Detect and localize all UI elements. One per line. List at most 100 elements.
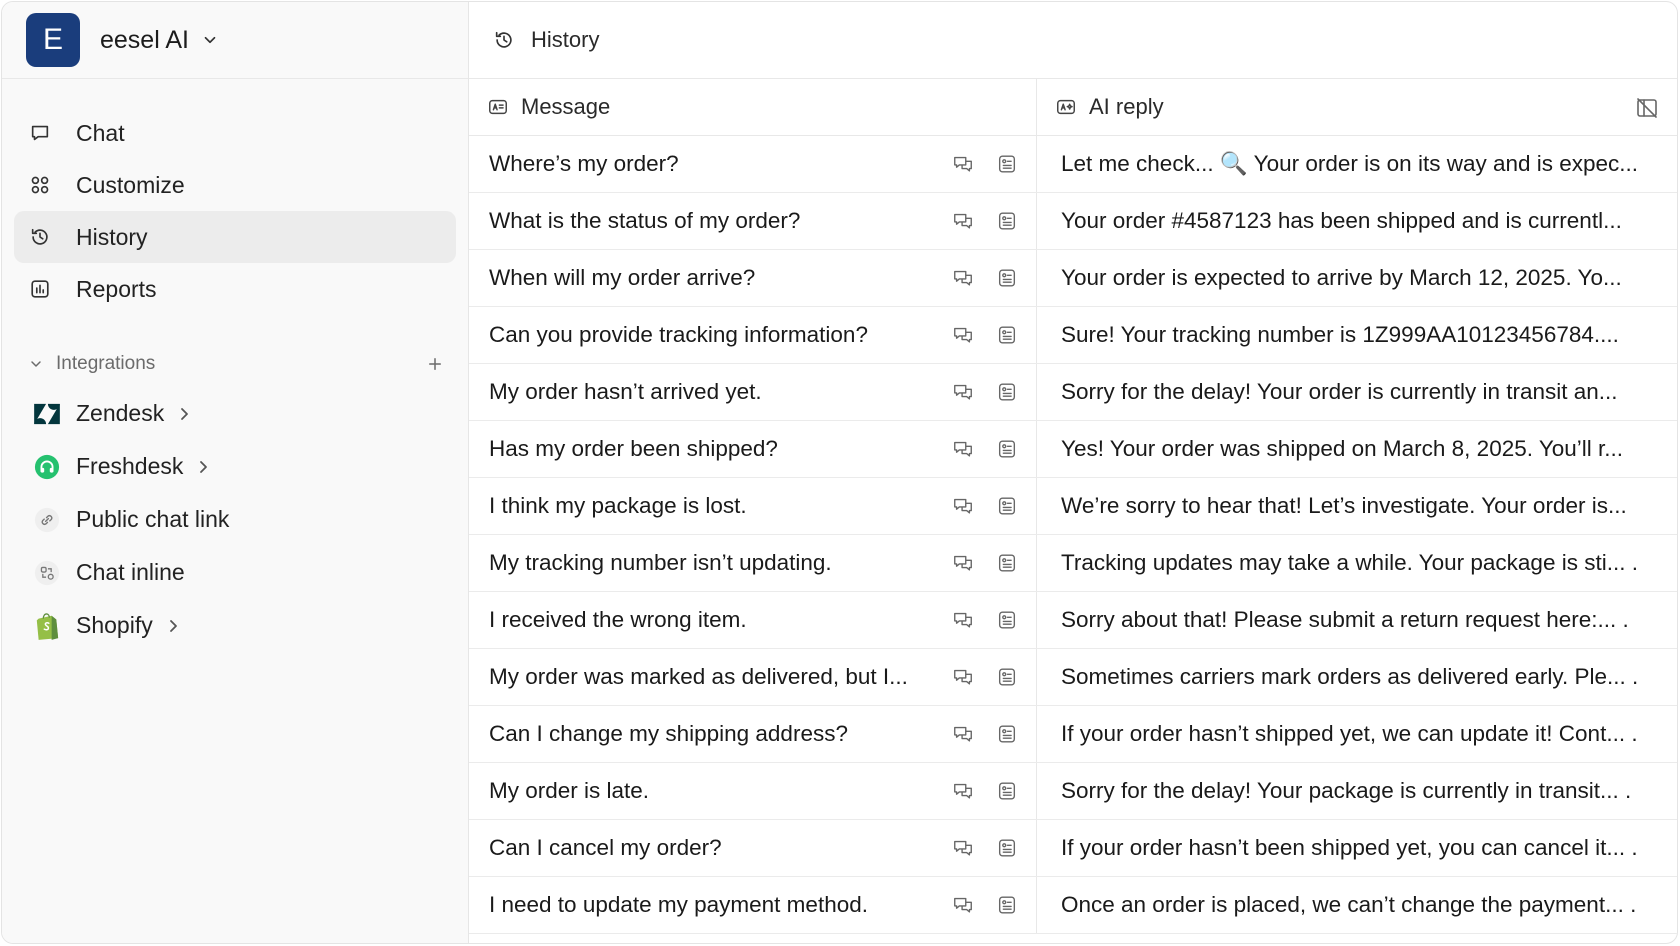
ai-reply-text: Your order #4587123 has been shipped and… — [1061, 208, 1622, 233]
integration-label: Zendesk — [76, 400, 165, 426]
view-conversation-icon[interactable] — [950, 379, 976, 405]
view-details-icon[interactable] — [994, 778, 1020, 804]
table-header: Message AI reply — [469, 79, 1677, 136]
column-header-message[interactable]: Message — [469, 79, 1037, 135]
view-conversation-icon[interactable] — [950, 493, 976, 519]
view-conversation-icon[interactable] — [950, 265, 976, 291]
view-details-icon[interactable] — [994, 664, 1020, 690]
sidebar: E eesel AI Chat Customize History Report… — [2, 2, 469, 943]
ai-reply-text: Let me check... 🔍 Your order is on its w… — [1061, 151, 1639, 176]
view-conversation-icon[interactable] — [950, 151, 976, 177]
table-row[interactable]: My order is late. Sorry for the delay! Y… — [469, 763, 1677, 820]
zendesk-logo — [32, 399, 62, 429]
view-details-icon[interactable] — [994, 436, 1020, 462]
integration-freshdesk[interactable]: Freshdesk — [32, 440, 468, 493]
ai-reply-cell: Your order is expected to arrive by Marc… — [1037, 250, 1677, 306]
chat-inline-icon — [32, 558, 62, 588]
app-window: E eesel AI Chat Customize History Report… — [1, 1, 1678, 944]
integration-shopify[interactable]: Shopify — [32, 599, 468, 652]
table-row[interactable]: I need to update my payment method. Once… — [469, 877, 1677, 934]
view-details-icon[interactable] — [994, 892, 1020, 918]
nav-item-history[interactable]: History — [14, 211, 456, 263]
table-row[interactable]: I received the wrong item. Sorry about t… — [469, 592, 1677, 649]
integration-zendesk[interactable]: Zendesk — [32, 387, 468, 440]
view-conversation-icon[interactable] — [950, 721, 976, 747]
hide-column-icon[interactable] — [1635, 96, 1659, 120]
table-row[interactable]: Has my order been shipped? Yes! Your ord… — [469, 421, 1677, 478]
nav-item-customize[interactable]: Customize — [14, 159, 456, 211]
nav-item-chat[interactable]: Chat — [14, 107, 456, 159]
integration-label: Public chat link — [76, 506, 230, 532]
view-conversation-icon[interactable] — [950, 892, 976, 918]
view-details-icon[interactable] — [994, 322, 1020, 348]
table-row[interactable]: Can I change my shipping address? If you… — [469, 706, 1677, 763]
integration-public-chat-link[interactable]: Public chat link — [32, 493, 468, 546]
column-header-ai-reply[interactable]: AI reply — [1037, 79, 1677, 135]
integrations-toggle[interactable]: Integrations — [28, 353, 155, 375]
ai-reply-cell: Once an order is placed, we can’t change… — [1037, 877, 1677, 933]
view-conversation-icon[interactable] — [950, 778, 976, 804]
workspace-logo: E — [26, 13, 80, 67]
integration-chat-inline[interactable]: Chat inline — [32, 546, 468, 599]
message-text: Can you provide tracking information? — [489, 322, 868, 347]
table-row[interactable]: Can you provide tracking information? Su… — [469, 307, 1677, 364]
ai-reply-text: We’re sorry to hear that! Let’s investig… — [1061, 493, 1627, 518]
view-details-icon[interactable] — [994, 607, 1020, 633]
message-text: I need to update my payment method. — [489, 892, 868, 917]
table-body: Where’s my order? Let me check... 🔍 Your… — [469, 136, 1677, 934]
integrations-title: Integrations — [56, 353, 156, 374]
message-cell: I received the wrong item. — [469, 592, 1037, 648]
message-text: My tracking number isn’t updating. — [489, 550, 832, 575]
table-row[interactable]: What is the status of my order? Your ord… — [469, 193, 1677, 250]
message-text: When will my order arrive? — [489, 265, 756, 290]
ai-reply-column-icon — [1057, 99, 1075, 115]
message-text: Can I cancel my order? — [489, 835, 722, 860]
table-row[interactable]: Can I cancel my order? If your order has… — [469, 820, 1677, 877]
view-details-icon[interactable] — [994, 208, 1020, 234]
ai-reply-cell: Sorry for the delay! Your order is curre… — [1037, 364, 1677, 420]
ai-reply-text: If your order hasn’t shipped yet, we can… — [1061, 721, 1638, 746]
ai-reply-cell: Let me check... 🔍 Your order is on its w… — [1037, 136, 1677, 192]
table-row[interactable]: I think my package is lost. We’re sorry … — [469, 478, 1677, 535]
workspace-switcher[interactable]: E eesel AI — [2, 2, 468, 79]
nav-item-reports[interactable]: Reports — [14, 263, 456, 315]
table-row[interactable]: My tracking number isn’t updating. Track… — [469, 535, 1677, 592]
view-details-icon[interactable] — [994, 493, 1020, 519]
view-conversation-icon[interactable] — [950, 664, 976, 690]
table-row[interactable]: My order hasn’t arrived yet. Sorry for t… — [469, 364, 1677, 421]
view-conversation-icon[interactable] — [950, 208, 976, 234]
view-conversation-icon[interactable] — [950, 607, 976, 633]
ai-reply-text: Sometimes carriers mark orders as delive… — [1061, 664, 1639, 689]
table-row[interactable]: Where’s my order? Let me check... 🔍 Your… — [469, 136, 1677, 193]
view-details-icon[interactable] — [994, 835, 1020, 861]
chevron-right-icon — [169, 619, 177, 632]
nav-item-label: History — [76, 223, 148, 250]
view-conversation-icon[interactable] — [950, 436, 976, 462]
view-details-icon[interactable] — [994, 151, 1020, 177]
table-row[interactable]: When will my order arrive? Your order is… — [469, 250, 1677, 307]
add-integration-plus-icon[interactable] — [426, 355, 444, 373]
workspace-initial: E — [42, 23, 63, 56]
page-header: History — [469, 2, 1677, 79]
ai-reply-cell: Sometimes carriers mark orders as delive… — [1037, 649, 1677, 705]
ai-reply-cell: We’re sorry to hear that! Let’s investig… — [1037, 478, 1677, 534]
integration-label: Freshdesk — [76, 453, 184, 479]
main-content: History Message AI reply Where’s my orde… — [469, 2, 1677, 943]
view-details-icon[interactable] — [994, 550, 1020, 576]
view-details-icon[interactable] — [994, 265, 1020, 291]
view-conversation-icon[interactable] — [950, 322, 976, 348]
message-text: Can I change my shipping address? — [489, 721, 848, 746]
ai-reply-cell: Sure! Your tracking number is 1Z999AA101… — [1037, 307, 1677, 363]
message-column-icon — [489, 99, 507, 115]
ai-reply-cell: Tracking updates may take a while. Your … — [1037, 535, 1677, 591]
view-details-icon[interactable] — [994, 721, 1020, 747]
table-row[interactable]: My order was marked as delivered, but I.… — [469, 649, 1677, 706]
view-conversation-icon[interactable] — [950, 835, 976, 861]
history-table: Message AI reply Where’s my order? Let m… — [469, 79, 1677, 943]
integrations-list: Zendesk Freshdesk Public chat link Chat … — [2, 379, 468, 652]
view-details-icon[interactable] — [994, 379, 1020, 405]
view-conversation-icon[interactable] — [950, 550, 976, 576]
message-cell: Can I change my shipping address? — [469, 706, 1037, 762]
message-text: What is the status of my order? — [489, 208, 801, 233]
ai-reply-cell: Yes! Your order was shipped on March 8, … — [1037, 421, 1677, 477]
